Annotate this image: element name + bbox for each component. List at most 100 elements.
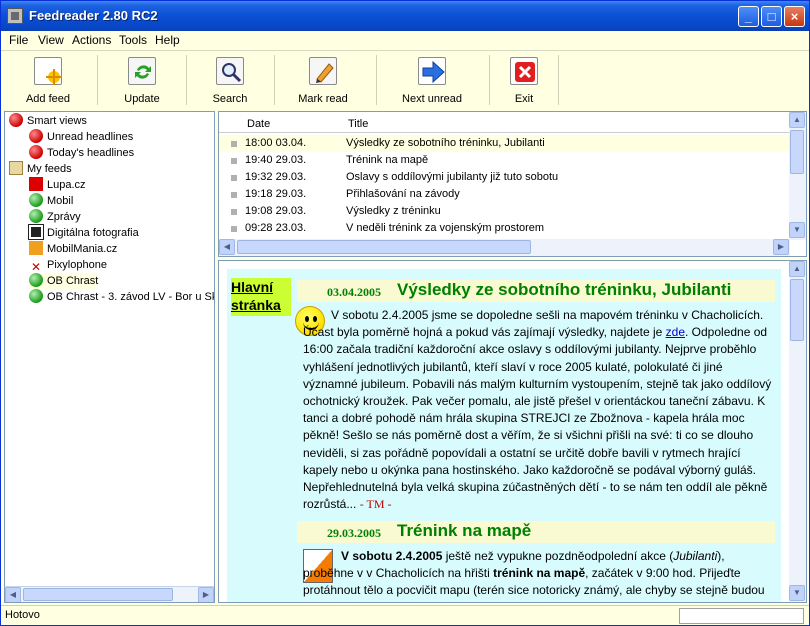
article-body: V sobotu 2.4.2005 ještě než vypukne pozd… xyxy=(303,549,765,602)
close-button[interactable]: × xyxy=(784,6,805,27)
maximize-button[interactable]: □ xyxy=(761,6,782,27)
headline-list[interactable]: Date Title 18:00 03.04. Výsledky ze sobo… xyxy=(218,111,807,257)
menu-actions[interactable]: Actions xyxy=(72,33,111,47)
table-row[interactable]: 19:08 29.03. Výsledky z tréninku xyxy=(219,203,789,220)
status-panel xyxy=(679,608,804,624)
read-status-icon xyxy=(231,192,237,198)
mobilmania-icon xyxy=(29,241,43,255)
status-bar: Hotovo xyxy=(1,605,809,625)
toolbar-separator xyxy=(489,55,490,105)
scroll-down-icon[interactable]: ▼ xyxy=(789,222,805,238)
feed-icon xyxy=(29,273,43,287)
unread-icon xyxy=(29,129,43,143)
list-horizontal-scrollbar[interactable]: ◀ ▶ xyxy=(219,239,790,256)
tree-feed-item[interactable]: ✕ Pixylophone xyxy=(29,257,107,274)
window-title: Feedreader 2.80 RC2 xyxy=(29,8,158,23)
article-title: Trénink na mapě xyxy=(397,521,532,540)
scrollbar-thumb[interactable] xyxy=(790,279,804,341)
column-title[interactable]: Title xyxy=(348,118,368,130)
scroll-up-icon[interactable]: ▲ xyxy=(789,261,805,277)
toolbar: Add feed Update Search Mark read Next un… xyxy=(1,50,809,108)
feed-tree[interactable]: Smart views Unread headlines Today's hea… xyxy=(4,111,215,603)
scroll-left-icon[interactable]: ◀ xyxy=(5,587,21,602)
article-date: 03.04.2005 xyxy=(327,285,381,299)
article-vertical-scrollbar[interactable]: ▲ ▼ xyxy=(789,261,806,602)
refresh-icon xyxy=(128,57,156,85)
list-header: Date Title xyxy=(219,116,789,133)
tree-todays-headlines[interactable]: Today's headlines xyxy=(29,145,134,161)
today-icon xyxy=(29,145,43,159)
table-row[interactable]: 18:00 03.04. Výsledky ze sobotního tréni… xyxy=(219,135,789,152)
table-row[interactable]: 19:40 29.03. Trénink na mapě xyxy=(219,152,789,169)
tree-feed-item[interactable]: Zprávy xyxy=(29,209,81,225)
next-unread-button[interactable]: Next unread xyxy=(383,53,481,107)
add-feed-icon xyxy=(34,57,62,85)
tree-feed-item[interactable]: Mobil xyxy=(29,193,73,209)
read-status-icon xyxy=(231,226,237,232)
menu-file[interactable]: File xyxy=(9,33,28,47)
menu-bar: File View Actions Tools Help xyxy=(1,31,809,49)
tree-my-feeds[interactable]: My feeds xyxy=(9,161,72,177)
results-link[interactable]: zde xyxy=(666,325,685,339)
scroll-right-icon[interactable]: ▶ xyxy=(773,239,789,255)
pixylophone-icon: ✕ xyxy=(29,260,43,274)
home-link[interactable]: Hlavní stránka xyxy=(231,278,291,316)
article-body: V sobotu 2.4.2005 jsme se dopoledne sešl… xyxy=(303,308,772,512)
article-page: Hlavní stránka 03.04.2005 Výsledky ze so… xyxy=(227,269,781,602)
column-date[interactable]: Date xyxy=(247,118,270,130)
toolbar-separator xyxy=(97,55,98,105)
scrollbar-thumb[interactable] xyxy=(237,240,531,254)
tree-unread-headlines[interactable]: Unread headlines xyxy=(29,129,133,145)
tree-feed-item[interactable]: OB Chrast - 3. závod LV - Bor u Skutče xyxy=(29,289,214,305)
status-text: Hotovo xyxy=(5,609,40,621)
read-status-icon xyxy=(231,175,237,181)
menu-view[interactable]: View xyxy=(38,33,64,47)
scrollbar-thumb[interactable] xyxy=(790,130,804,174)
table-row[interactable]: 09:28 23.03. V neděli trénink za vojensk… xyxy=(219,220,789,237)
tree-feed-item[interactable]: OB Chrast xyxy=(29,273,99,289)
exit-button[interactable]: Exit xyxy=(495,53,553,107)
scroll-up-icon[interactable]: ▲ xyxy=(789,112,805,128)
article-view[interactable]: Hlavní stránka 03.04.2005 Výsledky ze so… xyxy=(218,260,807,603)
article-date: 29.03.2005 xyxy=(327,526,381,540)
scrollbar-thumb[interactable] xyxy=(23,588,173,601)
menu-help[interactable]: Help xyxy=(155,33,180,47)
tree-feed-item[interactable]: Lupa.cz xyxy=(29,177,86,193)
read-status-icon xyxy=(231,209,237,215)
search-icon xyxy=(216,57,244,85)
feed-icon xyxy=(29,289,43,303)
update-button[interactable]: Update xyxy=(101,53,183,107)
tree-feed-item[interactable]: Digitálna fotografia xyxy=(28,224,139,241)
table-row[interactable]: 19:18 29.03. Přihlašování na závody xyxy=(219,186,789,203)
folder-icon xyxy=(9,161,23,175)
toolbar-separator xyxy=(558,55,559,105)
feed-icon xyxy=(29,193,43,207)
add-feed-button[interactable]: Add feed xyxy=(7,53,89,107)
minimize-button[interactable]: _ xyxy=(738,6,759,27)
arrow-right-icon xyxy=(418,57,446,85)
tree-feed-item[interactable]: MobilMania.cz xyxy=(29,241,117,257)
article-header: 03.04.2005 Výsledky ze sobotního trénink… xyxy=(297,280,775,302)
toolbar-separator xyxy=(274,55,275,105)
title-bar[interactable]: Feedreader 2.80 RC2 _ □ × xyxy=(1,1,809,31)
scroll-right-icon[interactable]: ▶ xyxy=(198,587,214,602)
read-status-icon xyxy=(231,158,237,164)
list-vertical-scrollbar[interactable]: ▲ ▼ xyxy=(789,112,806,240)
article-signature: - TM - xyxy=(359,497,392,512)
smart-views-icon xyxy=(9,113,23,127)
toolbar-separator xyxy=(376,55,377,105)
scroll-down-icon[interactable]: ▼ xyxy=(789,585,805,601)
tree-horizontal-scrollbar[interactable]: ◀ ▶ xyxy=(5,586,214,602)
scroll-left-icon[interactable]: ◀ xyxy=(219,239,235,255)
app-icon xyxy=(7,8,23,24)
exit-icon xyxy=(510,57,538,85)
table-row[interactable]: 19:32 29.03. Oslavy s oddílovými jubilan… xyxy=(219,169,789,186)
article-title: Výsledky ze sobotního tréninku, Jubilant… xyxy=(397,280,732,299)
toolbar-separator xyxy=(186,55,187,105)
search-button[interactable]: Search xyxy=(189,53,271,107)
pencil-icon xyxy=(309,57,337,85)
feed-icon xyxy=(29,209,43,223)
mark-read-button[interactable]: Mark read xyxy=(281,53,365,107)
menu-tools[interactable]: Tools xyxy=(119,33,147,47)
tree-smart-views[interactable]: Smart views xyxy=(9,113,87,129)
